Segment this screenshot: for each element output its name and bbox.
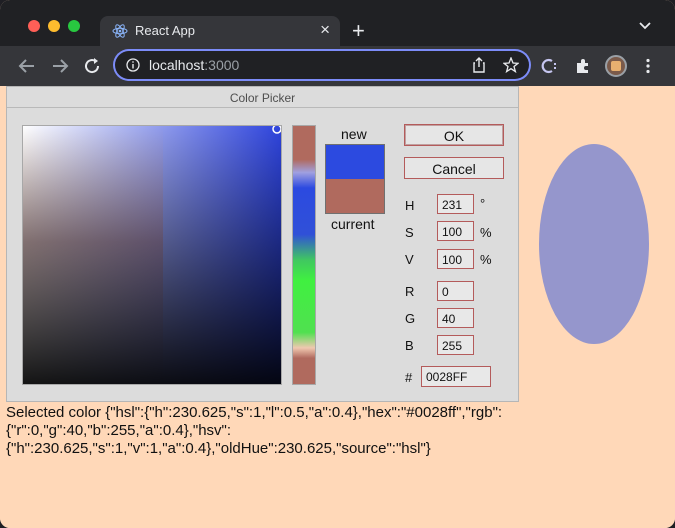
hue-gradient [293, 126, 315, 384]
site-info-icon[interactable] [126, 58, 140, 72]
r-input[interactable]: 0 [437, 281, 474, 301]
g-input[interactable]: 40 [437, 308, 474, 328]
share-icon[interactable] [472, 57, 486, 73]
react-icon [112, 24, 128, 38]
b-label: B [405, 338, 414, 353]
value-gradient [23, 126, 281, 384]
h-label: H [405, 198, 415, 213]
forward-arrow-icon[interactable] [51, 58, 69, 74]
reload-icon[interactable] [83, 57, 101, 75]
v-input[interactable]: 100 [437, 249, 474, 269]
cancel-button[interactable]: Cancel [404, 157, 504, 179]
color-preview-ellipse [539, 144, 649, 344]
g-label: G [405, 311, 416, 326]
url-host: localhost [149, 57, 205, 73]
ok-button[interactable]: OK [404, 124, 504, 146]
tab-close-icon[interactable]: × [320, 20, 330, 40]
tab-bar: React App × + [0, 0, 675, 46]
back-arrow-icon[interactable] [18, 58, 36, 74]
current-color-label: current [331, 216, 375, 232]
more-menu-icon[interactable] [645, 58, 651, 74]
color-picker-dialog: Color Picker new current OK Cancel H 231… [6, 86, 519, 402]
v-unit: % [480, 252, 492, 267]
r-label: R [405, 284, 415, 299]
s-input[interactable]: 100 [437, 221, 474, 241]
tab-react-app[interactable]: React App × [100, 16, 340, 46]
saturation-value-area[interactable] [22, 125, 282, 385]
browser-window: React App × + localhost:3000 Color Picke… [0, 0, 675, 528]
color-swatch [325, 144, 385, 214]
address-bar[interactable]: localhost:3000 [115, 51, 529, 79]
b-input[interactable]: 255 [437, 335, 474, 355]
url-port: :3000 [204, 57, 240, 73]
tab-title: React App [135, 23, 195, 38]
s-label: S [405, 225, 414, 240]
extensions-puzzle-icon[interactable] [575, 58, 591, 74]
chevron-down-icon[interactable] [639, 22, 651, 30]
minimize-window-button[interactable] [48, 20, 60, 32]
url-text: localhost:3000 [149, 57, 239, 73]
current-color-swatch[interactable] [326, 179, 384, 213]
new-tab-button[interactable]: + [352, 18, 365, 44]
close-window-button[interactable] [28, 20, 40, 32]
navigation-bar: localhost:3000 [0, 46, 675, 86]
avatar-detail [611, 61, 621, 71]
profile-avatar[interactable] [605, 55, 627, 77]
bookmark-star-icon[interactable] [503, 57, 519, 73]
new-color-label: new [341, 126, 367, 142]
h-input[interactable]: 231 [437, 194, 474, 214]
h-unit: ° [480, 196, 486, 211]
hue-slider[interactable] [292, 125, 316, 385]
selected-color-output: Selected color {"hsl":{"h":230.625,"s":1… [6, 404, 503, 457]
page-content: Color Picker new current OK Cancel H 231… [0, 86, 675, 528]
v-label: V [405, 252, 414, 267]
picker-header: Color Picker [7, 87, 518, 108]
new-color-swatch [326, 145, 384, 179]
hex-input[interactable]: 0028FF [421, 366, 491, 387]
maximize-window-button[interactable] [68, 20, 80, 32]
s-unit: % [480, 225, 492, 240]
extension-c-icon[interactable] [541, 58, 557, 74]
hex-label: # [405, 370, 413, 385]
